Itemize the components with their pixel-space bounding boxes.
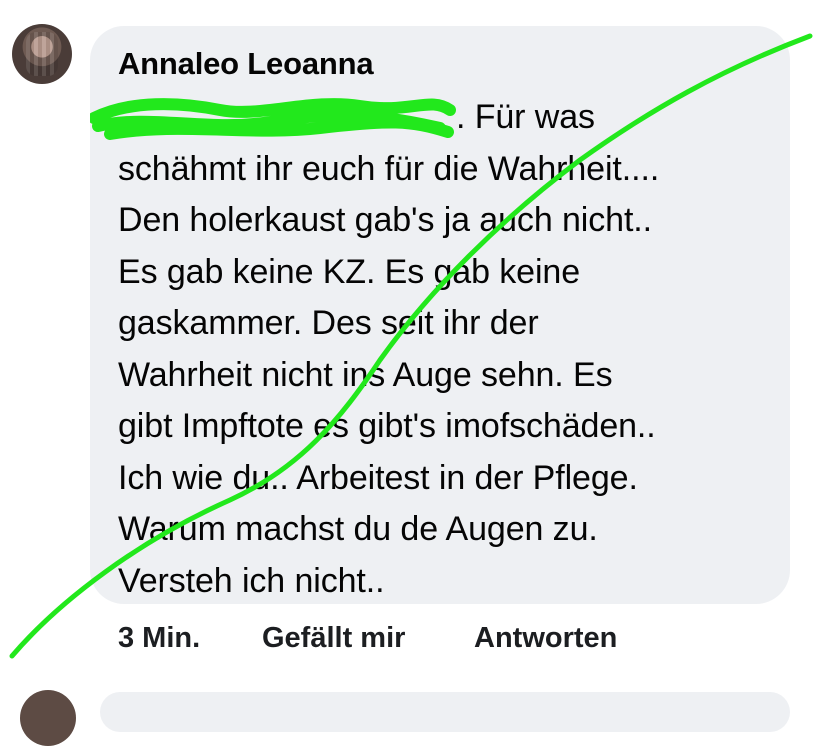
comment-bubble: Annaleo Leoanna . Für was schähmt ihr eu… <box>90 26 790 604</box>
comment-line: schähmt ihr euch für die Wahrheit.... <box>118 149 660 188</box>
comment-line: Wahrheit nicht ins Auge sehn. Es <box>118 355 613 394</box>
comment-line: Ich wie du.. Arbeitest in der Pflege. <box>118 458 638 497</box>
comment-text: . Für was schähmt ihr euch für die Wahrh… <box>90 92 778 607</box>
next-comment-avatar[interactable] <box>20 690 76 746</box>
comment-line: Warum machst du de Augen zu. <box>118 510 598 548</box>
avatar[interactable] <box>12 24 72 84</box>
redaction-scribble <box>90 98 456 140</box>
next-comment-bubble <box>100 692 790 732</box>
comment-line: . Für was <box>90 92 778 144</box>
comment-line: Versteh ich nicht.. <box>118 561 385 600</box>
comment-line: Den holerkaust gab's ja auch nicht.. <box>118 201 652 239</box>
comment-line: gaskammer. Des seit ihr der <box>118 304 539 342</box>
comment-timestamp[interactable]: 3 Min. <box>118 622 200 655</box>
comment-line: gibt Impftote es gibt's imofschäden.. <box>118 407 656 445</box>
like-button[interactable]: Gefällt mir <box>262 622 405 655</box>
reply-button[interactable]: Antworten <box>474 622 617 655</box>
comment-author[interactable]: Annaleo Leoanna <box>118 46 374 82</box>
comment-line: Es gab keine KZ. Es gab keine <box>118 252 581 291</box>
